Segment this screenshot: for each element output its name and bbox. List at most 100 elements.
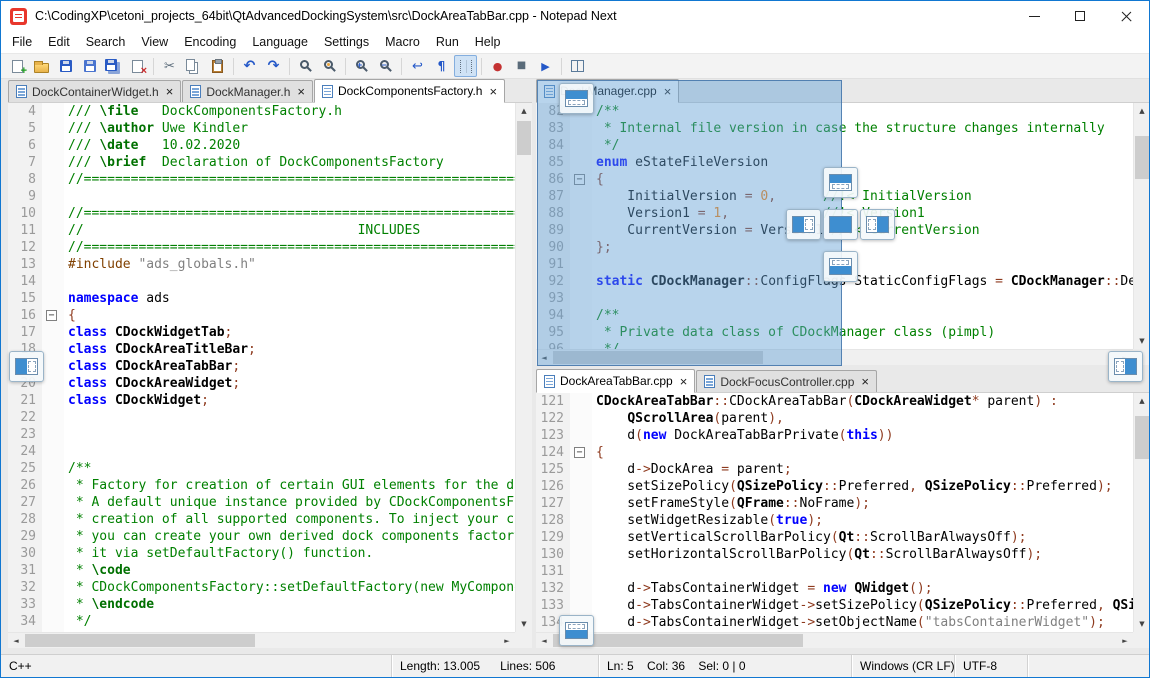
vscroll-thumb-left[interactable] [517, 121, 531, 155]
scroll-up-icon[interactable]: ▲ [1134, 103, 1150, 119]
tab-DockContainerWidget.h[interactable]: DockContainerWidget.h× [8, 80, 181, 102]
minimize-icon [1029, 16, 1040, 17]
redo-button[interactable]: ↷ [262, 55, 285, 77]
vscroll-thumb-top-right[interactable] [1135, 136, 1149, 179]
code-line: /** [68, 460, 515, 477]
drop-indicator-edge-bottom[interactable] [559, 615, 594, 646]
vscroll-bottom_right[interactable]: ▲ ▼ [1133, 393, 1150, 632]
line-number: 7 [8, 154, 36, 171]
code-line [68, 409, 515, 426]
tab-close-icon[interactable]: × [297, 85, 305, 98]
code-bottom_right[interactable]: CDockAreaTabBar::CDockAreaTabBar(CDockAr… [592, 393, 1133, 632]
tab-DockFocusController.cpp[interactable]: DockFocusController.cpp× [696, 370, 877, 392]
fold-margin-left[interactable]: − [42, 103, 64, 632]
menu-item-settings[interactable]: Settings [316, 33, 377, 51]
menu-item-edit[interactable]: Edit [40, 33, 78, 51]
tab-close-icon[interactable]: × [680, 375, 688, 388]
scroll-right-icon[interactable]: ► [499, 633, 515, 648]
statusbar: C++ Length: 13.005 Lines: 506 Ln: 5 Col:… [1, 654, 1149, 677]
tab-DockManager.h[interactable]: DockManager.h × [182, 80, 313, 102]
fold-marker[interactable]: − [46, 310, 57, 321]
replace-button[interactable] [318, 55, 341, 77]
drop-indicator-edge-left[interactable] [9, 351, 44, 382]
scroll-down-icon[interactable]: ▼ [516, 616, 532, 632]
scroll-down-icon[interactable]: ▼ [1134, 616, 1150, 632]
menu-item-encoding[interactable]: Encoding [176, 33, 244, 51]
drop-indicator-edge-right[interactable] [1108, 351, 1143, 382]
status-encoding[interactable]: UTF-8 [955, 655, 1027, 677]
scroll-right-icon[interactable]: ► [1117, 633, 1133, 648]
drop-indicator-top[interactable] [823, 167, 858, 198]
undo-button[interactable]: ↶ [238, 55, 261, 77]
drop-indicator-bottom[interactable] [823, 251, 858, 282]
new-file-button[interactable] [6, 55, 29, 77]
status-language[interactable]: C++ [1, 655, 391, 677]
scroll-down-icon[interactable]: ▼ [1134, 333, 1150, 349]
hscroll-left[interactable]: ◄ ► [8, 632, 515, 648]
word-wrap-button[interactable]: ↩ [406, 55, 429, 77]
show-indentation-guide-button[interactable] [454, 55, 477, 77]
tab-DockAreaTabBar.cpp[interactable]: DockAreaTabBar.cpp× [536, 369, 695, 393]
paste-button[interactable] [206, 55, 229, 77]
dock-bottom-icon [565, 622, 588, 639]
tab-DockComponentsFactory.h[interactable]: DockComponentsFactory.h× [314, 79, 505, 103]
play-macro-button[interactable]: ▶ [534, 55, 557, 77]
fold-margin-bottom_right[interactable]: − [570, 393, 592, 632]
tab-label: DockManager.h [206, 85, 290, 99]
page-new-icon [12, 60, 23, 73]
tab-close-icon[interactable]: × [489, 85, 497, 98]
scroll-left-icon[interactable]: ◄ [8, 633, 24, 648]
zoom-out-button[interactable] [374, 55, 397, 77]
close-file-button[interactable] [126, 55, 149, 77]
scroll-up-icon[interactable]: ▲ [1134, 393, 1150, 409]
menu-item-search[interactable]: Search [78, 33, 134, 51]
menu-item-view[interactable]: View [133, 33, 176, 51]
status-eol-format[interactable]: Windows (CR LF) [852, 655, 954, 677]
vscroll-top_right[interactable]: ▲ ▼ [1133, 103, 1150, 349]
close-button[interactable] [1103, 1, 1149, 31]
tab-close-icon[interactable]: × [861, 375, 869, 388]
toolbar-separator [345, 58, 346, 75]
hscroll-bottom_right[interactable]: ◄ ► [536, 632, 1133, 648]
scroll-up-icon[interactable]: ▲ [516, 103, 532, 119]
menu-item-macro[interactable]: Macro [377, 33, 428, 51]
fold-marker[interactable]: − [574, 447, 585, 458]
scroll-left-icon[interactable]: ◄ [536, 633, 552, 648]
copy-button[interactable] [182, 55, 205, 77]
find-button[interactable] [294, 55, 317, 77]
scissors-icon: ✂ [164, 60, 175, 73]
drop-indicator-edge-top[interactable] [559, 83, 594, 114]
code-line: class CDockWidgetTab; [68, 324, 515, 341]
code-line [68, 273, 515, 290]
menu-item-run[interactable]: Run [428, 33, 467, 51]
magnifier-icon [300, 60, 309, 69]
record-macro-button[interactable]: ● [486, 55, 509, 77]
cut-button[interactable]: ✂ [158, 55, 181, 77]
menu-item-help[interactable]: Help [467, 33, 509, 51]
line-number: 27 [8, 494, 36, 511]
stop-macro-button[interactable]: ■ [510, 55, 533, 77]
show-all-characters-button[interactable]: ¶ [430, 55, 453, 77]
menu-item-language[interactable]: Language [244, 33, 316, 51]
status-divider [1027, 655, 1028, 677]
line-numbers-bottom_right: 1211221231241251261271281291301311321331… [536, 393, 570, 632]
toolbar-separator [233, 58, 234, 75]
save-file-button[interactable] [54, 55, 77, 77]
menu-item-file[interactable]: File [4, 33, 40, 51]
drop-indicator-center[interactable] [823, 209, 858, 240]
open-file-button[interactable] [30, 55, 53, 77]
code-left[interactable]: /// \file DockComponentsFactory.h/// \au… [64, 103, 515, 632]
hscroll-thumb-left[interactable] [25, 634, 255, 647]
vscroll-left[interactable]: ▲ ▼ [515, 103, 532, 632]
maximize-button[interactable] [1057, 1, 1103, 31]
drop-indicator-right[interactable] [860, 209, 895, 240]
zoom-in-button[interactable] [350, 55, 373, 77]
save-all-button[interactable] [102, 55, 125, 77]
minimize-button[interactable] [1011, 1, 1057, 31]
save-copy-as-button[interactable] [78, 55, 101, 77]
line-number: 17 [8, 324, 36, 341]
tab-close-icon[interactable]: × [166, 85, 174, 98]
drop-indicator-left[interactable] [786, 209, 821, 240]
dock-layout-button[interactable] [566, 55, 589, 77]
vscroll-thumb-bottom-right[interactable] [1135, 416, 1149, 459]
